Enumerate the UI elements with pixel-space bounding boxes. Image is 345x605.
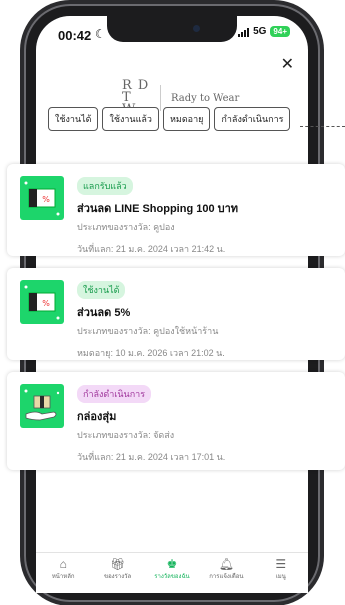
- menu-icon: ☰: [275, 557, 287, 571]
- nav-label: การแจ้งเตือน: [209, 574, 244, 580]
- nav-menu[interactable]: ☰ เมนู: [254, 553, 308, 581]
- brand-name: Rady to Wear: [171, 92, 240, 104]
- svg-text:%: %: [42, 299, 50, 308]
- card-body: กำลังดำเนินการ กล่องสุ่ม ประเภทของรางวัล…: [77, 384, 225, 464]
- gift-box-hand-icon: [20, 384, 64, 428]
- card-title: ส่วนลด 5%: [77, 307, 131, 319]
- card-date: วันที่แลก: 21 ม.ค. 2024 เวลา 21:42 น.: [77, 244, 226, 254]
- card-type: ประเภทของรางวัล: จัดส่ง: [77, 430, 175, 440]
- nav-home[interactable]: ⌂ หน้าหลัก: [36, 553, 90, 581]
- phone-mute-switch: [21, 110, 24, 130]
- bell-icon: 🔔︎: [218, 557, 234, 571]
- svg-text:%: %: [42, 195, 50, 204]
- nav-rewards[interactable]: 🎁︎ ของรางวัล: [91, 553, 145, 581]
- network-label: 5G: [253, 26, 267, 37]
- tab-available[interactable]: ใช้งานได้: [48, 107, 99, 131]
- battery-icon: 94+: [270, 26, 290, 37]
- home-icon: ⌂: [59, 557, 67, 571]
- card-date: วันที่แลก: 21 ม.ค. 2024 เวลา 17:01 น.: [77, 452, 226, 462]
- status-badge: กำลังดำเนินการ: [77, 385, 152, 403]
- nav-my-rewards[interactable]: ♚ รางวัลของฉัน: [145, 553, 199, 581]
- reward-card[interactable]: % แลกรับแล้ว ส่วนลด LINE Shopping 100 บา…: [7, 164, 345, 256]
- nav-label: ของรางวัล: [103, 574, 132, 580]
- card-date: หมดอายุ: 10 ม.ค. 2026 เวลา 21:02 น.: [77, 348, 225, 358]
- card-title: กล่องสุ่ม: [77, 411, 117, 423]
- coupon-icon: %: [20, 280, 64, 324]
- signal-icon: [238, 27, 250, 37]
- reward-card[interactable]: % ใช้งานได้ ส่วนลด 5% ประเภทของรางวัล: ค…: [7, 268, 345, 360]
- card-body: แลกรับแล้ว ส่วนลด LINE Shopping 100 บาท …: [77, 176, 238, 256]
- front-camera: [193, 25, 200, 32]
- tab-processing[interactable]: กำลังดำเนินการ: [214, 107, 291, 131]
- callout-dashed-line: [300, 126, 345, 127]
- card-title: ส่วนลด LINE Shopping 100 บาท: [77, 203, 239, 215]
- tab-used[interactable]: ใช้งานแล้ว: [102, 107, 159, 131]
- card-type: ประเภทของรางวัล: คูปอง: [77, 222, 175, 232]
- reward-card[interactable]: กำลังดำเนินการ กล่องสุ่ม ประเภทของรางวัล…: [7, 372, 345, 470]
- tab-expired[interactable]: หมดอายุ: [162, 107, 211, 131]
- card-type: ประเภทของรางวัล: คูปองใช้หน้าร้าน: [77, 326, 219, 336]
- reward-icon: ♚: [166, 557, 178, 571]
- bottom-nav: ⌂ หน้าหลัก 🎁︎ ของรางวัล ♚ รางวัลของฉัน 🔔…: [36, 552, 308, 593]
- status-time: 00:42: [58, 28, 92, 43]
- notch: [107, 16, 237, 42]
- card-body: ใช้งานได้ ส่วนลด 5% ประเภทของรางวัล: คูป…: [77, 280, 225, 360]
- close-icon[interactable]: ✕: [281, 54, 294, 74]
- status-indicators: 5G 94+: [238, 26, 290, 37]
- nav-notifications[interactable]: 🔔︎ การแจ้งเตือน: [199, 553, 253, 581]
- status-badge: ใช้งานได้: [77, 281, 126, 299]
- nav-label: เมนู: [275, 574, 286, 580]
- nav-label: หน้าหลัก: [51, 574, 75, 580]
- coupon-icon: %: [20, 176, 64, 220]
- nav-label: รางวัลของฉัน: [154, 574, 190, 580]
- gift-icon: 🎁︎: [109, 557, 126, 571]
- moon-icon: ☾: [95, 27, 106, 41]
- status-badge: แลกรับแล้ว: [77, 177, 133, 195]
- filter-tabs: ใช้งานได้ ใช้งานแล้ว หมดอายุ กำลังดำเนิน…: [48, 107, 291, 131]
